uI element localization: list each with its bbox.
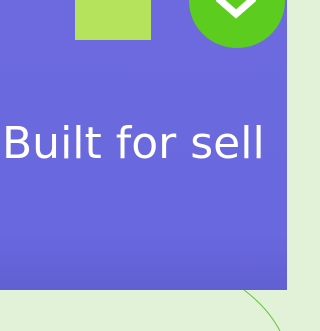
check-icon <box>216 0 256 19</box>
check-badge <box>189 0 285 48</box>
decorative-square <box>75 0 151 40</box>
hero-banner: Built for sell <box>0 0 287 290</box>
hero-headline: Built for sell <box>2 118 265 169</box>
decorative-curve <box>243 290 281 331</box>
next-section <box>0 290 287 331</box>
